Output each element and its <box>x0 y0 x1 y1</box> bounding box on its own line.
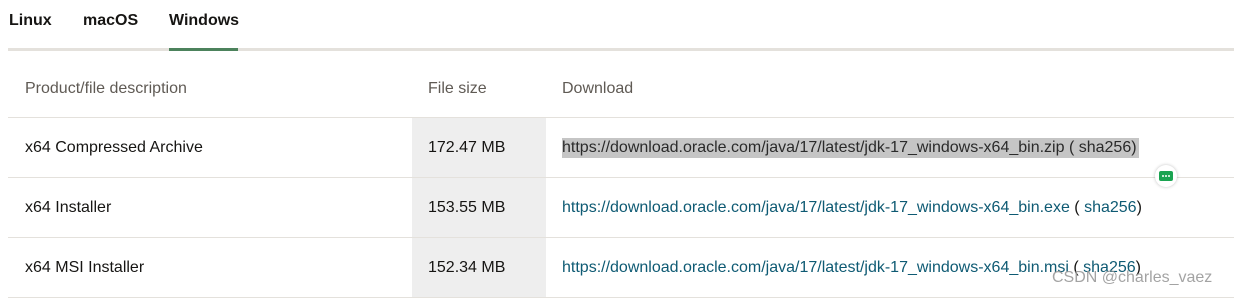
table-header-row: Product/file description File size Downl… <box>8 60 1234 118</box>
row-description: x64 Installer <box>25 198 112 216</box>
row-download: https://download.oracle.com/java/17/late… <box>562 238 1141 297</box>
sha-open-paren: ( <box>1064 138 1079 156</box>
table-row: x64 MSI Installer 152.34 MB https://down… <box>8 238 1234 298</box>
sha256-link-zip[interactable]: sha256 <box>1079 139 1132 156</box>
tab-linux[interactable]: Linux <box>9 12 52 30</box>
row-file-size: 153.55 MB <box>412 178 546 237</box>
tab-windows[interactable]: Windows <box>169 12 239 30</box>
row-download: https://download.oracle.com/java/17/late… <box>562 118 1139 177</box>
row-file-size: 172.47 MB <box>412 118 546 177</box>
row-description: x64 Compressed Archive <box>25 138 203 156</box>
table-row: x64 Installer 153.55 MB https://download… <box>8 178 1234 238</box>
table-row: x64 Compressed Archive 172.47 MB https:/… <box>8 118 1234 178</box>
sha256-link-exe[interactable]: sha256 <box>1084 199 1137 217</box>
highlighted-selection: https://download.oracle.com/java/17/late… <box>562 137 1139 158</box>
download-link-exe[interactable]: https://download.oracle.com/java/17/late… <box>562 199 1070 217</box>
header-file-size: File size <box>428 79 487 97</box>
tab-macos[interactable]: macOS <box>83 12 138 30</box>
row-download: https://download.oracle.com/java/17/late… <box>562 178 1142 237</box>
header-download: Download <box>562 79 634 97</box>
row-description: x64 MSI Installer <box>25 258 145 276</box>
sha-close-paren: ) <box>1136 198 1142 216</box>
download-link-msi[interactable]: https://download.oracle.com/java/17/late… <box>562 259 1069 277</box>
chat-bubble-shape <box>1159 171 1173 181</box>
row-file-size: 152.34 MB <box>412 238 546 297</box>
sha-close-paren: ) <box>1131 138 1137 156</box>
header-description: Product/file description <box>25 79 187 97</box>
active-tab-indicator <box>169 48 238 51</box>
watermark: CSDN @charles_vaez <box>1052 269 1213 286</box>
download-link-zip[interactable]: https://download.oracle.com/java/17/late… <box>562 139 1065 156</box>
chat-bubble-icon[interactable] <box>1155 165 1177 187</box>
os-tabs: Linux macOS Windows <box>0 0 1234 52</box>
sha-open-paren: ( <box>1069 198 1085 216</box>
